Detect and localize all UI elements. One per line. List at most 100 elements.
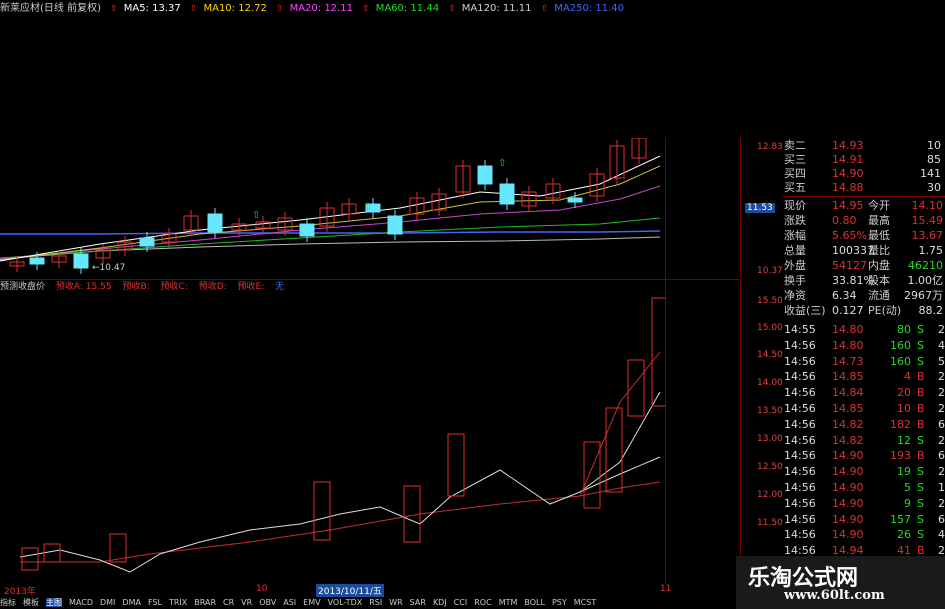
sub-axis-2: 14.50	[757, 350, 783, 360]
indicator-tab-bar: 指标 模板 主图 MACD DMI DMA FSL TRIX BRAR CR VR OBV ASI EMV…	[0, 596, 600, 609]
candles-sub	[21, 297, 665, 571]
stat-l2: 最低	[868, 229, 890, 242]
stock-title[interactable]: 新莱应材(日线 前复权)	[0, 3, 101, 14]
tab-14[interactable]: VOL-TDX	[328, 598, 363, 607]
chart-right-border	[665, 138, 666, 584]
pred-a: 预收A: 15.55	[55, 282, 112, 292]
tab-19[interactable]: CCI	[454, 598, 468, 607]
order-price: 14.93	[832, 139, 864, 152]
tick-s: S	[917, 433, 924, 447]
tick-t: 14:56	[784, 370, 816, 384]
tick-s: S	[917, 512, 924, 526]
tab-13[interactable]: EMV	[303, 598, 320, 607]
tab-2[interactable]: 主图	[46, 598, 62, 607]
green-signal-icon: ⇧	[364, 202, 372, 213]
tab-0[interactable]: 指标	[0, 598, 16, 607]
tab-5[interactable]: DMA	[122, 598, 141, 607]
tab-15[interactable]: RSI	[369, 598, 382, 607]
up-arrow-icon: ⇧	[362, 4, 370, 14]
tick-v: 5	[904, 481, 911, 494]
tab-10[interactable]: VR	[241, 598, 252, 607]
tick-t: 14:56	[784, 512, 816, 526]
ma10-value: MA10: 12.72	[203, 3, 267, 14]
tab-18[interactable]: KDJ	[433, 598, 447, 607]
tab-6[interactable]: FSL	[148, 598, 162, 607]
tick-row: 14:56 14.85 10 B 2	[782, 401, 945, 417]
tick-n: 6	[938, 449, 945, 463]
tick-s: B	[917, 386, 925, 400]
ma-legend-bar: 新莱应材(日线 前复权) ⇧ MA5: 13.37 ⇧ MA10: 12.72 ⇧ M…	[0, 0, 624, 18]
tick-row: 14:56 14.80 160 S 4	[782, 338, 945, 354]
kline-main-chart[interactable]: ⇧ ⇧ ⇧ ←10.47	[0, 138, 665, 278]
low-marker: ←10.47	[92, 263, 125, 273]
sub-title[interactable]: 预测收盘价	[0, 282, 45, 292]
order-price: 14.90	[832, 167, 864, 180]
stat-l2: 今开	[868, 199, 890, 212]
tab-3[interactable]: MACD	[69, 598, 93, 607]
tick-n: 2	[938, 433, 945, 447]
tick-row: 14:56 14.90 193 B 6	[782, 448, 945, 464]
stat-v1: 0.80	[832, 214, 857, 227]
axis-low: 10.37	[757, 266, 783, 276]
tick-p: 14.90	[832, 528, 864, 542]
tab-9[interactable]: CR	[223, 598, 234, 607]
tab-7[interactable]: TRIX	[169, 598, 187, 607]
tab-20[interactable]: ROC	[474, 598, 491, 607]
sub-axis-0: 15.50	[757, 296, 783, 306]
tick-row: 14:56 14.85 4 B 2	[782, 369, 945, 385]
order-volume: 141	[920, 167, 941, 180]
axis-high: 12.83	[757, 142, 783, 152]
tick-p: 14.85	[832, 370, 864, 384]
tab-1[interactable]: 模板	[23, 598, 39, 607]
tab-12[interactable]: ASI	[283, 598, 296, 607]
tab-8[interactable]: BRAR	[194, 598, 216, 607]
tick-row: 14:55 14.80 80 S 2	[782, 322, 945, 338]
ma60-line	[0, 217, 661, 259]
tick-row: 14:56 14.82 12 S 2	[782, 433, 945, 449]
sub-axis-8: 11.50	[757, 518, 783, 528]
pred-candle	[651, 297, 665, 407]
tick-s: S	[917, 354, 924, 368]
tick-t: 14:56	[784, 528, 816, 542]
tab-11[interactable]: OBV	[259, 598, 276, 607]
tick-v: 10	[897, 402, 911, 415]
tab-23[interactable]: PSY	[552, 598, 567, 607]
ma250-line	[0, 230, 661, 235]
date-axis: 2013年 10 2013/10/11/五 11	[0, 584, 671, 597]
stat-v1: 54127	[832, 259, 867, 272]
stat-l1: 收益(三)	[784, 304, 826, 317]
tick-p: 14.84	[832, 386, 864, 400]
tick-t: 14:56	[784, 386, 816, 400]
pred-none: 无	[275, 282, 285, 292]
prediction-sub-chart[interactable]	[0, 292, 665, 574]
tick-s: B	[917, 417, 925, 431]
up-arrow-icon: ⇧	[189, 4, 198, 14]
tab-22[interactable]: BOLL	[524, 598, 545, 607]
tab-24[interactable]: MCST	[574, 598, 596, 607]
tick-n: 6	[938, 512, 945, 526]
tick-t: 14:56	[784, 496, 816, 510]
tick-n: 2	[938, 370, 945, 384]
tab-16[interactable]: WR	[389, 598, 402, 607]
tab-21[interactable]: MTM	[499, 598, 518, 607]
pred-white-line	[19, 456, 661, 573]
tick-t: 14:56	[784, 338, 816, 352]
tick-p: 14.90	[832, 496, 864, 510]
stat-row: 现价 14.95 今开 14.10	[782, 198, 945, 213]
stat-row: 涨幅 5.65% 最低 13.67	[782, 228, 945, 243]
stat-l2: PE(动)	[868, 304, 902, 317]
date-11: 11	[660, 584, 672, 594]
stat-row: 外盘 54127 内盘 46210	[782, 258, 945, 273]
order-label: 买五	[784, 181, 806, 194]
tick-t: 14:56	[784, 402, 816, 415]
candles-main	[9, 138, 647, 274]
order-label: 卖二	[784, 139, 806, 152]
tab-17[interactable]: SAR	[410, 598, 426, 607]
stat-l1: 外盘	[784, 259, 806, 272]
tick-t: 14:56	[784, 417, 816, 431]
stat-row: 净资 6.34 流通 2967万	[782, 288, 945, 303]
tick-v: 160	[890, 338, 911, 352]
tab-4[interactable]: DMI	[100, 598, 115, 607]
order-volume: 30	[927, 181, 941, 194]
tick-v: 12	[897, 433, 911, 447]
